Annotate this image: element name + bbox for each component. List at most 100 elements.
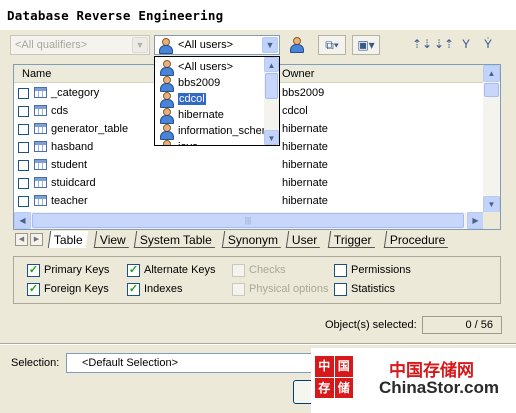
statistics-checkbox[interactable]: Statistics bbox=[334, 283, 434, 297]
row-checkbox[interactable] bbox=[18, 106, 29, 117]
select-user-button[interactable] bbox=[286, 35, 306, 55]
dropdown-item[interactable]: bbs2009 bbox=[155, 75, 265, 92]
window-title: Database Reverse Engineering bbox=[7, 8, 224, 23]
reverse-engineering-dialog: Database Reverse Engineering <All qualif… bbox=[0, 0, 516, 413]
object-type-tabs: ◀ ▶ Table View System Table Synonym User… bbox=[13, 231, 501, 249]
horizontal-scrollbar[interactable]: ◀ ||| ▶ bbox=[14, 212, 484, 229]
sort-ascending-button[interactable]: ⇡⇣ bbox=[412, 35, 432, 55]
row-checkbox[interactable] bbox=[18, 88, 29, 99]
checkmark-icon: ✓ bbox=[27, 264, 40, 277]
table-icon bbox=[34, 105, 47, 116]
tab-procedure[interactable]: Procedure bbox=[383, 231, 451, 248]
sort-descending-icon: ⇣⇡ bbox=[434, 37, 455, 51]
row-name: cds bbox=[51, 105, 69, 117]
scroll-left-button[interactable]: ◀ bbox=[14, 212, 31, 229]
row-owner: hibernate bbox=[282, 123, 328, 135]
select-icon: ⧉▾ bbox=[325, 38, 339, 52]
row-name: student bbox=[51, 159, 88, 171]
scroll-thumb[interactable] bbox=[484, 83, 499, 97]
dropdown-item[interactable]: hibernate bbox=[155, 107, 265, 124]
user-icon bbox=[159, 60, 174, 76]
row-name: hasband bbox=[51, 141, 94, 153]
table-icon bbox=[34, 87, 47, 98]
scroll-thumb[interactable] bbox=[265, 73, 278, 99]
table-icon bbox=[34, 123, 47, 134]
scroll-up-button[interactable]: ▲ bbox=[264, 57, 279, 72]
tab-system-table[interactable]: System Table bbox=[133, 231, 218, 248]
selected-count-value: 0 / 56 bbox=[422, 316, 502, 334]
checks-checkbox[interactable]: Checks bbox=[232, 264, 322, 278]
selected-count-label: Object(s) selected: bbox=[325, 319, 417, 331]
row-checkbox[interactable] bbox=[18, 196, 29, 207]
tab-user[interactable]: User bbox=[285, 231, 323, 248]
row-owner: hibernate bbox=[282, 159, 328, 171]
user-icon bbox=[289, 37, 304, 53]
user-dropdown-list: <All users> bbs2009 cdcol hibernate info… bbox=[154, 56, 280, 146]
scroll-right-button[interactable]: ▶ bbox=[467, 212, 484, 229]
deselect-all-button[interactable]: ▣▾ bbox=[352, 35, 380, 55]
permissions-checkbox[interactable]: Permissions bbox=[334, 264, 434, 278]
tab-trigger[interactable]: Trigger bbox=[327, 231, 377, 248]
user-icon bbox=[159, 140, 174, 145]
checkmark-icon: ✓ bbox=[127, 264, 140, 277]
scroll-up-button[interactable]: ▲ bbox=[483, 65, 500, 82]
sort-ascending-icon: ⇡⇣ bbox=[412, 37, 433, 51]
dropdown-item[interactable]: information_schema bbox=[155, 123, 277, 140]
watermark-en-text: ChinaStor.com bbox=[379, 378, 499, 397]
column-header-name[interactable]: Name bbox=[22, 68, 51, 80]
select-all-button[interactable]: ⧉▾ bbox=[318, 35, 346, 55]
table-icon bbox=[34, 177, 47, 188]
row-owner: hibernate bbox=[282, 195, 328, 207]
table-row[interactable]: stuidcard hibernate bbox=[14, 174, 484, 192]
dropdown-item[interactable]: javo bbox=[155, 139, 265, 145]
user-icon bbox=[159, 76, 174, 92]
user-icon bbox=[159, 124, 174, 140]
dropdown-item[interactable]: <All users> bbox=[155, 59, 265, 76]
alternate-keys-checkbox[interactable]: ✓ Alternate Keys bbox=[127, 264, 237, 278]
selection-combo[interactable]: <Default Selection> bbox=[66, 353, 326, 373]
tab-scroll-left-button[interactable]: ◀ bbox=[15, 233, 28, 246]
user-value: <All users> bbox=[178, 39, 234, 51]
table-icon bbox=[34, 141, 47, 152]
row-name: teacher bbox=[51, 195, 88, 207]
row-checkbox[interactable] bbox=[18, 124, 29, 135]
scroll-down-button[interactable]: ▼ bbox=[483, 196, 500, 213]
row-name: stuidcard bbox=[51, 177, 96, 189]
scroll-corner bbox=[483, 212, 500, 229]
row-checkbox[interactable] bbox=[18, 178, 29, 189]
tab-scroll-right-button[interactable]: ▶ bbox=[30, 233, 43, 246]
user-combo[interactable]: <All users> ▼ bbox=[154, 35, 280, 55]
qualifier-combo[interactable]: <All qualifiers> ▼ bbox=[10, 35, 150, 55]
row-checkbox[interactable] bbox=[18, 160, 29, 171]
selection-value: <Default Selection> bbox=[82, 357, 179, 369]
table-row[interactable]: teacher hibernate bbox=[14, 192, 484, 210]
table-icon bbox=[34, 159, 47, 170]
watermark-logo: 中 国 存 储 bbox=[315, 356, 353, 398]
filter-button[interactable]: Y bbox=[456, 35, 476, 55]
clear-filter-icon: Ẏ bbox=[483, 37, 492, 51]
qualifier-value: <All qualifiers> bbox=[15, 39, 88, 51]
tab-table[interactable]: Table bbox=[47, 231, 88, 248]
dropdown-scrollbar[interactable]: ▲ ▼ bbox=[264, 57, 279, 145]
vertical-scrollbar[interactable]: ▲ ▼ bbox=[483, 65, 500, 213]
dropdown-item-selected[interactable]: cdcol bbox=[155, 91, 265, 108]
row-checkbox[interactable] bbox=[18, 142, 29, 153]
foreign-keys-checkbox[interactable]: ✓ Foreign Keys bbox=[27, 283, 127, 297]
primary-keys-checkbox[interactable]: ✓ Primary Keys bbox=[27, 264, 127, 278]
clear-filter-button[interactable]: Ẏ bbox=[478, 35, 498, 55]
title-bar: Database Reverse Engineering bbox=[0, 0, 516, 30]
column-header-owner[interactable]: Owner bbox=[282, 68, 314, 80]
scroll-down-button[interactable]: ▼ bbox=[264, 130, 279, 145]
table-icon bbox=[34, 195, 47, 206]
table-row[interactable]: student hibernate bbox=[14, 156, 484, 174]
row-owner: bbs2009 bbox=[282, 87, 325, 99]
tab-synonym[interactable]: Synonym bbox=[221, 231, 284, 248]
chevron-down-icon: ▼ bbox=[132, 37, 148, 53]
selection-label: Selection: bbox=[11, 357, 60, 369]
checkmark-icon: ✓ bbox=[27, 283, 40, 296]
physical-options-checkbox[interactable]: Physical options bbox=[232, 283, 332, 297]
indexes-checkbox[interactable]: ✓ Indexes bbox=[127, 283, 227, 297]
scroll-thumb[interactable]: ||| bbox=[32, 213, 464, 228]
sort-descending-button[interactable]: ⇣⇡ bbox=[434, 35, 454, 55]
tab-view[interactable]: View bbox=[93, 231, 131, 248]
